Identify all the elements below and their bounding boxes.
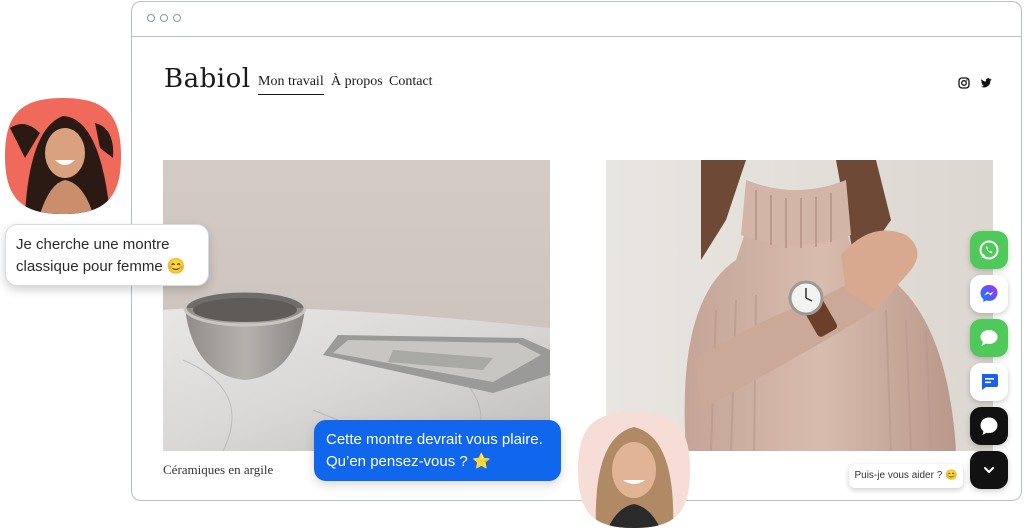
smile-emoji-icon: 😊 <box>166 258 186 275</box>
whatsapp-button[interactable] <box>970 231 1008 269</box>
nav-item-mon-travail[interactable]: Mon travail <box>258 74 324 95</box>
customer-message-text: Je cherche une montre classique pour fem… <box>16 236 170 275</box>
messenger-button[interactable] <box>970 275 1008 313</box>
ceramic-bowl-and-tray-photo[interactable] <box>163 160 550 451</box>
smile-emoji-icon: 😊 <box>945 470 958 481</box>
window-dot-icon[interactable] <box>147 14 155 22</box>
customer-avatar <box>5 98 121 214</box>
gallery-caption: Céramiques en argile <box>163 462 274 477</box>
nav-item-contact[interactable]: Contact <box>389 74 433 90</box>
help-prompt-text: Puis-je vous aider ? <box>854 470 943 481</box>
chevron-down-icon <box>984 467 994 473</box>
help-prompt[interactable]: Puis-je vous aider ? 😊 <box>849 464 963 488</box>
messenger-icon <box>980 285 998 302</box>
collapse-chat-button[interactable] <box>970 451 1008 489</box>
site-logo[interactable]: Babiol <box>164 64 251 94</box>
agent-message-text: Cette montre devrait vous plaire. Qu’en … <box>326 431 543 470</box>
speech-bubble-icon <box>980 417 998 435</box>
sms-chat-button[interactable] <box>970 363 1008 401</box>
star-emoji-icon: ⭐ <box>471 453 491 470</box>
woman-wearing-watch-photo[interactable] <box>606 160 993 451</box>
agent-message-bubble: Cette montre devrait vous plaire. Qu’en … <box>314 420 561 481</box>
nav-item-a-propos[interactable]: À propos <box>331 74 383 90</box>
window-dot-icon[interactable] <box>173 14 181 22</box>
twitter-icon[interactable] <box>980 77 992 89</box>
instagram-icon[interactable] <box>958 77 970 89</box>
imessage-button[interactable] <box>970 319 1008 357</box>
browser-window: Babiol Mon travail À propos Contact Céra… <box>131 1 1022 501</box>
whatsapp-icon <box>979 240 999 260</box>
window-dot-icon[interactable] <box>160 14 168 22</box>
imessage-icon <box>980 330 998 346</box>
chat-icon <box>982 374 998 390</box>
customer-message-bubble: Je cherche une montre classique pour fem… <box>5 224 209 286</box>
browser-titlebar <box>132 2 1021 37</box>
live-chat-button[interactable] <box>970 407 1008 445</box>
agent-avatar <box>578 412 690 528</box>
